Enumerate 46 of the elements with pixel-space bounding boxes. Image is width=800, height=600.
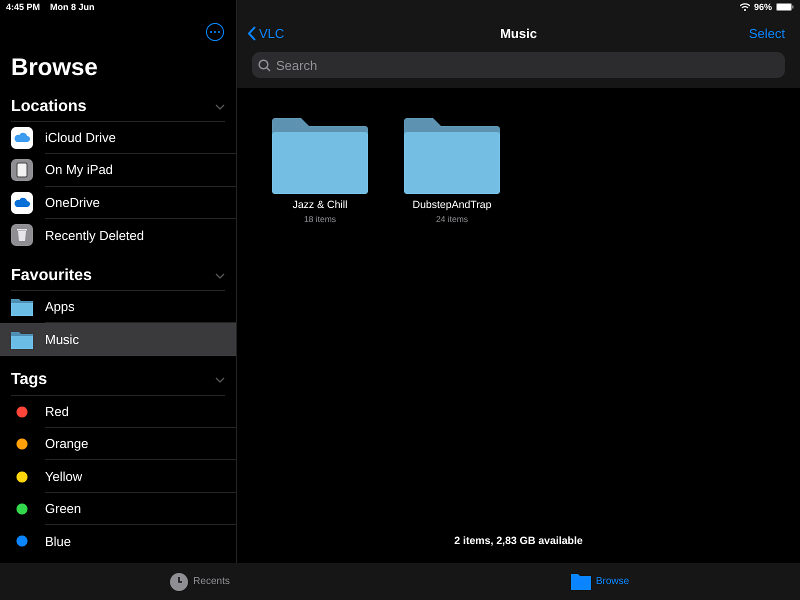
folder-icon[interactable] <box>404 118 500 194</box>
sidebar-item[interactable]: Music <box>0 323 236 356</box>
cloud-icon <box>11 192 33 214</box>
back-link[interactable]: VLC <box>247 26 284 40</box>
storage-summary: 2 items, 2,83 GB available <box>454 535 583 547</box>
sidebar-item[interactable]: OneDrive <box>0 186 236 219</box>
folder-count: 24 items <box>436 214 468 224</box>
sidebar-item[interactable]: Recently Deleted <box>0 218 236 252</box>
tablet-icon <box>11 159 33 182</box>
select-link[interactable]: Select <box>748 26 785 40</box>
search-icon <box>258 58 271 72</box>
cloud-icon <box>11 127 33 150</box>
back-chevron-icon <box>247 26 256 40</box>
tab[interactable]: Recents <box>0 563 400 600</box>
battery-icon <box>776 3 794 11</box>
section-title: Favourites <box>11 266 92 285</box>
chevron-icon[interactable] <box>215 377 225 384</box>
sidebar-item[interactable]: On My iPad <box>0 154 236 187</box>
more-button[interactable] <box>206 23 224 41</box>
folder-name: Jazz & Chill <box>292 199 348 211</box>
sidebar-item[interactable]: Yellow <box>0 460 236 493</box>
nav-title: Music <box>500 26 537 40</box>
section-title: Tags <box>11 371 48 390</box>
folder-icon[interactable] <box>272 118 368 194</box>
trash-icon <box>11 224 33 246</box>
sidebar-title: Browse <box>11 54 99 82</box>
folder-icon <box>11 330 33 349</box>
folder-icon <box>11 298 33 316</box>
sidebar-item[interactable]: Red <box>0 396 236 428</box>
sidebar-item[interactable]: Blue <box>0 524 236 558</box>
folder-count: 18 items <box>304 214 336 224</box>
section-title: Locations <box>11 98 87 116</box>
folder-icon <box>570 574 591 590</box>
battery-percent: 96% <box>754 2 772 12</box>
clock-icon <box>170 572 188 590</box>
sidebar-item[interactable]: iCloud Drive <box>0 122 236 154</box>
status-time: 4:45 PM <box>6 2 40 12</box>
tab[interactable]: Browse <box>400 563 800 600</box>
search-field[interactable]: Search <box>252 52 785 78</box>
chevron-icon[interactable] <box>215 272 225 279</box>
sidebar-item[interactable]: Green <box>0 492 236 525</box>
sidebar-item[interactable]: Orange <box>0 428 236 460</box>
folder-name: DubstepAndTrap <box>412 199 492 211</box>
wifi-icon <box>740 3 750 11</box>
status-date: Mon 8 Jun <box>50 2 95 12</box>
chevron-icon[interactable] <box>215 104 225 110</box>
